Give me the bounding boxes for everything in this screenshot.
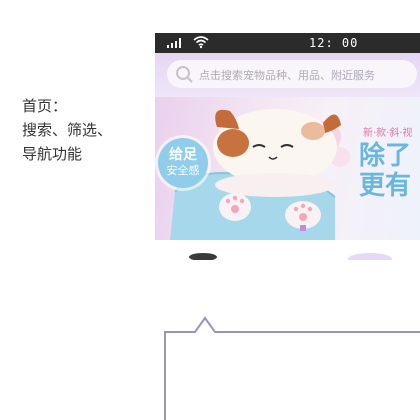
badge-line-1: 给足 — [169, 147, 197, 163]
annotation-line-3: 导航功能 — [22, 145, 83, 163]
wifi-icon — [193, 36, 209, 49]
safety-badge: 给足 安全感 — [158, 138, 208, 188]
badge-line-2: 安全感 — [166, 164, 200, 177]
annotation-line-1: 首页： — [22, 97, 68, 115]
search-bar-area: 点击搜索宠物品种、用品、附近服务 — [155, 53, 420, 97]
signal-icon — [167, 38, 183, 48]
annotation-line-2: 搜索、筛选、 — [22, 121, 113, 139]
headline-line-1: 除了 — [359, 141, 412, 171]
search-input[interactable]: 点击搜索宠物品种、用品、附近服务 — [167, 60, 417, 88]
headline-line-2: 更有 — [359, 171, 412, 201]
category-icons-partial — [189, 253, 392, 260]
callout-frame — [164, 316, 420, 420]
promo-banner[interactable]: 给足 安全感 新·款·斜·视 除了 更有 — [155, 97, 420, 240]
banner-tagline: 新·款·斜·视 — [363, 128, 413, 139]
status-bar: 12: 00 — [155, 33, 420, 53]
annotation-text: 首页： 搜索、筛选、 导航功能 — [22, 94, 142, 166]
search-placeholder: 点击搜索宠物品种、用品、附近服务 — [199, 69, 375, 82]
status-time: 12: 00 — [309, 36, 359, 50]
search-icon — [176, 66, 193, 83]
phone-screen: 12: 00 点击搜索宠物品种、用品、附近服务 给足 安全感 新·款·斜·视 除… — [155, 33, 420, 240]
banner-headline: 除了 更有 — [359, 141, 411, 201]
